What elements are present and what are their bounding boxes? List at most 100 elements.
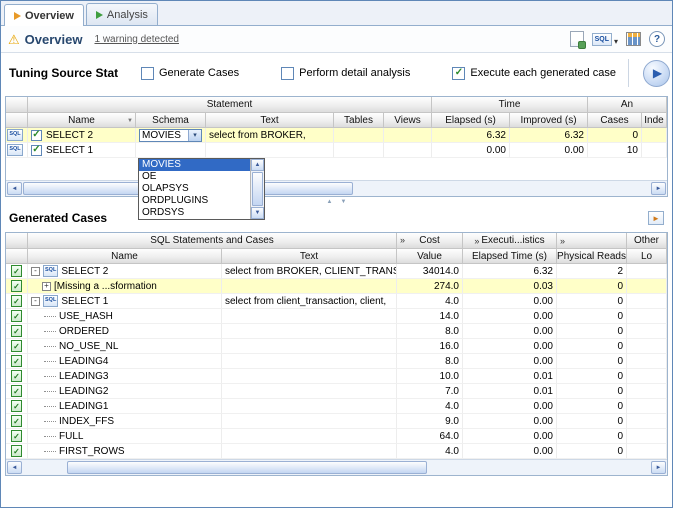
scroll-thumb[interactable]	[252, 172, 263, 206]
splitter-up-icon[interactable]: ▲	[327, 199, 333, 205]
schema-cell[interactable]	[136, 143, 206, 158]
col-elapsed[interactable]: Elapsed (s)	[432, 113, 510, 128]
scroll-left-button[interactable]: ◄	[7, 461, 22, 474]
case-name-cell[interactable]: -SQLSELECT 1	[28, 294, 222, 309]
statement-tables[interactable]	[334, 143, 384, 158]
statements-hscrollbar[interactable]: ◄ ►	[6, 180, 667, 196]
collapse-icon[interactable]: -	[31, 267, 40, 276]
scroll-right-button[interactable]: ►	[651, 461, 666, 474]
col-value[interactable]: Value	[397, 249, 463, 264]
checkbox-box[interactable]	[141, 67, 154, 80]
case-name-cell[interactable]: +[Missing a ...sformation	[28, 279, 222, 294]
schema-option[interactable]: MOVIES	[139, 159, 250, 171]
sort-icon[interactable]: ▼	[127, 118, 133, 124]
col-index[interactable]: Inde	[642, 113, 667, 128]
help-icon[interactable]: ?	[649, 31, 665, 47]
dropdown-scrollbar[interactable]: ▲ ▼	[250, 159, 264, 219]
col-views[interactable]: Views	[384, 113, 432, 128]
case-row[interactable]: ✓-SQLSELECT 2select from BROKER, CLIENT_…	[6, 264, 667, 279]
case-row[interactable]: ✓LEADING14.00.000	[6, 399, 667, 414]
col-physical-reads[interactable]: Physical Reads	[557, 249, 627, 264]
case-row[interactable]: ✓-SQLSELECT 1select from client_transact…	[6, 294, 667, 309]
schema-option[interactable]: ORDPLUGINS	[139, 195, 250, 207]
col-text[interactable]: Text	[206, 113, 334, 128]
case-name-cell[interactable]: LEADING1	[28, 399, 222, 414]
case-row[interactable]: ✓ORDERED8.00.000	[6, 324, 667, 339]
perform-detail-analysis-checkbox[interactable]: Perform detail analysis	[281, 67, 410, 80]
scroll-up-button[interactable]: ▲	[251, 159, 264, 171]
col-text[interactable]: Text	[222, 249, 397, 264]
splitter-down-icon[interactable]: ▼	[341, 199, 347, 205]
group-analysis[interactable]: An	[588, 97, 667, 113]
scroll-down-button[interactable]: ▼	[251, 207, 264, 219]
cases-hscrollbar[interactable]: ◄ ►	[6, 459, 667, 475]
case-name-cell[interactable]: LEADING2	[28, 384, 222, 399]
group-other[interactable]: Other	[627, 233, 667, 249]
case-name-cell[interactable]: ORDERED	[28, 324, 222, 339]
statement-text[interactable]: select from BROKER,	[206, 128, 334, 143]
case-name-cell[interactable]: USE_HASH	[28, 309, 222, 324]
collapse-icon[interactable]: -	[31, 297, 40, 306]
collapsed-group[interactable]: »	[557, 233, 627, 249]
statement-name-cell[interactable]: ✓ SELECT 2	[28, 128, 136, 143]
group-time[interactable]: Time	[432, 97, 588, 113]
case-row[interactable]: ✓FIRST_ROWS4.00.000	[6, 444, 667, 459]
statement-views[interactable]	[384, 128, 432, 143]
case-name-cell[interactable]: NO_USE_NL	[28, 339, 222, 354]
tab-overview[interactable]: Overview	[4, 4, 84, 26]
expand-icon[interactable]: +	[42, 282, 51, 291]
case-row[interactable]: ✓USE_HASH14.00.000	[6, 309, 667, 324]
statement-views[interactable]	[384, 143, 432, 158]
statement-row[interactable]: SQL ✓ SELECT 1 0.00 0.00 10	[6, 143, 667, 158]
run-tuning-button[interactable]: ▶	[643, 60, 670, 87]
statement-name-cell[interactable]: ✓ SELECT 1	[28, 143, 136, 158]
case-row[interactable]: ✓LEADING27.00.010	[6, 384, 667, 399]
col-schema[interactable]: Schema	[136, 113, 206, 128]
schema-option[interactable]: OLAPSYS	[139, 183, 250, 195]
combobox-arrow-icon[interactable]: ▾	[188, 130, 201, 141]
group-statement[interactable]: Statement	[28, 97, 432, 113]
case-row[interactable]: ✓LEADING310.00.010	[6, 369, 667, 384]
group-execution-statistics[interactable]: » Executi...istics	[463, 233, 557, 249]
warning-link[interactable]: 1 warning detected	[94, 34, 179, 45]
execute-generated-case-checkbox[interactable]: ✓ Execute each generated case	[452, 67, 616, 80]
checkbox-box[interactable]: ✓	[452, 67, 465, 80]
case-row[interactable]: ✓FULL64.00.000	[6, 429, 667, 444]
expand-columns-icon[interactable]: »	[400, 235, 405, 245]
schema-option[interactable]: OE	[139, 171, 250, 183]
scroll-thumb[interactable]	[67, 461, 427, 474]
scroll-right-button[interactable]: ►	[651, 182, 666, 195]
tab-analysis[interactable]: Analysis	[86, 3, 158, 25]
statement-row[interactable]: SQL ✓ SELECT 2 MOVIES ▾ select from BROK…	[6, 128, 667, 143]
schema-option[interactable]: ORDSYS	[139, 207, 250, 219]
row-checkbox[interactable]: ✓	[31, 145, 42, 156]
sql-menu-icon[interactable]: SQL ▾	[592, 33, 618, 46]
col-tables[interactable]: Tables	[334, 113, 384, 128]
case-name-cell[interactable]: LEADING3	[28, 369, 222, 384]
expand-columns-icon[interactable]: »	[560, 236, 565, 246]
generate-cases-checkbox[interactable]: Generate Cases	[141, 67, 239, 80]
col-name[interactable]: Name ▼	[28, 113, 136, 128]
col-name[interactable]: Name	[28, 249, 222, 264]
statement-tables[interactable]	[334, 128, 384, 143]
schema-cell[interactable]: MOVIES ▾	[136, 128, 206, 143]
group-cost[interactable]: » Cost	[397, 233, 463, 249]
case-row[interactable]: ✓INDEX_FFS9.00.000	[6, 414, 667, 429]
case-name-cell[interactable]: FULL	[28, 429, 222, 444]
report-icon[interactable]	[570, 31, 584, 47]
col-improved[interactable]: Improved (s)	[510, 113, 588, 128]
grid-view-icon[interactable]	[626, 32, 641, 46]
case-name-cell[interactable]: FIRST_ROWS	[28, 444, 222, 459]
schema-combobox[interactable]: MOVIES ▾	[139, 129, 202, 142]
table-options-icon[interactable]: ►	[648, 211, 664, 225]
col-elapsed-time[interactable]: Elapsed Time (s)	[463, 249, 557, 264]
case-row[interactable]: ✓NO_USE_NL16.00.000	[6, 339, 667, 354]
row-checkbox[interactable]: ✓	[31, 130, 42, 141]
case-row[interactable]: ✓LEADING48.00.000	[6, 354, 667, 369]
expand-columns-icon[interactable]: »	[474, 236, 479, 246]
checkbox-box[interactable]	[281, 67, 294, 80]
col-cases[interactable]: Cases	[588, 113, 642, 128]
group-sql-statements[interactable]: SQL Statements and Cases	[28, 233, 397, 249]
case-name-cell[interactable]: LEADING4	[28, 354, 222, 369]
scroll-left-button[interactable]: ◄	[7, 182, 22, 195]
